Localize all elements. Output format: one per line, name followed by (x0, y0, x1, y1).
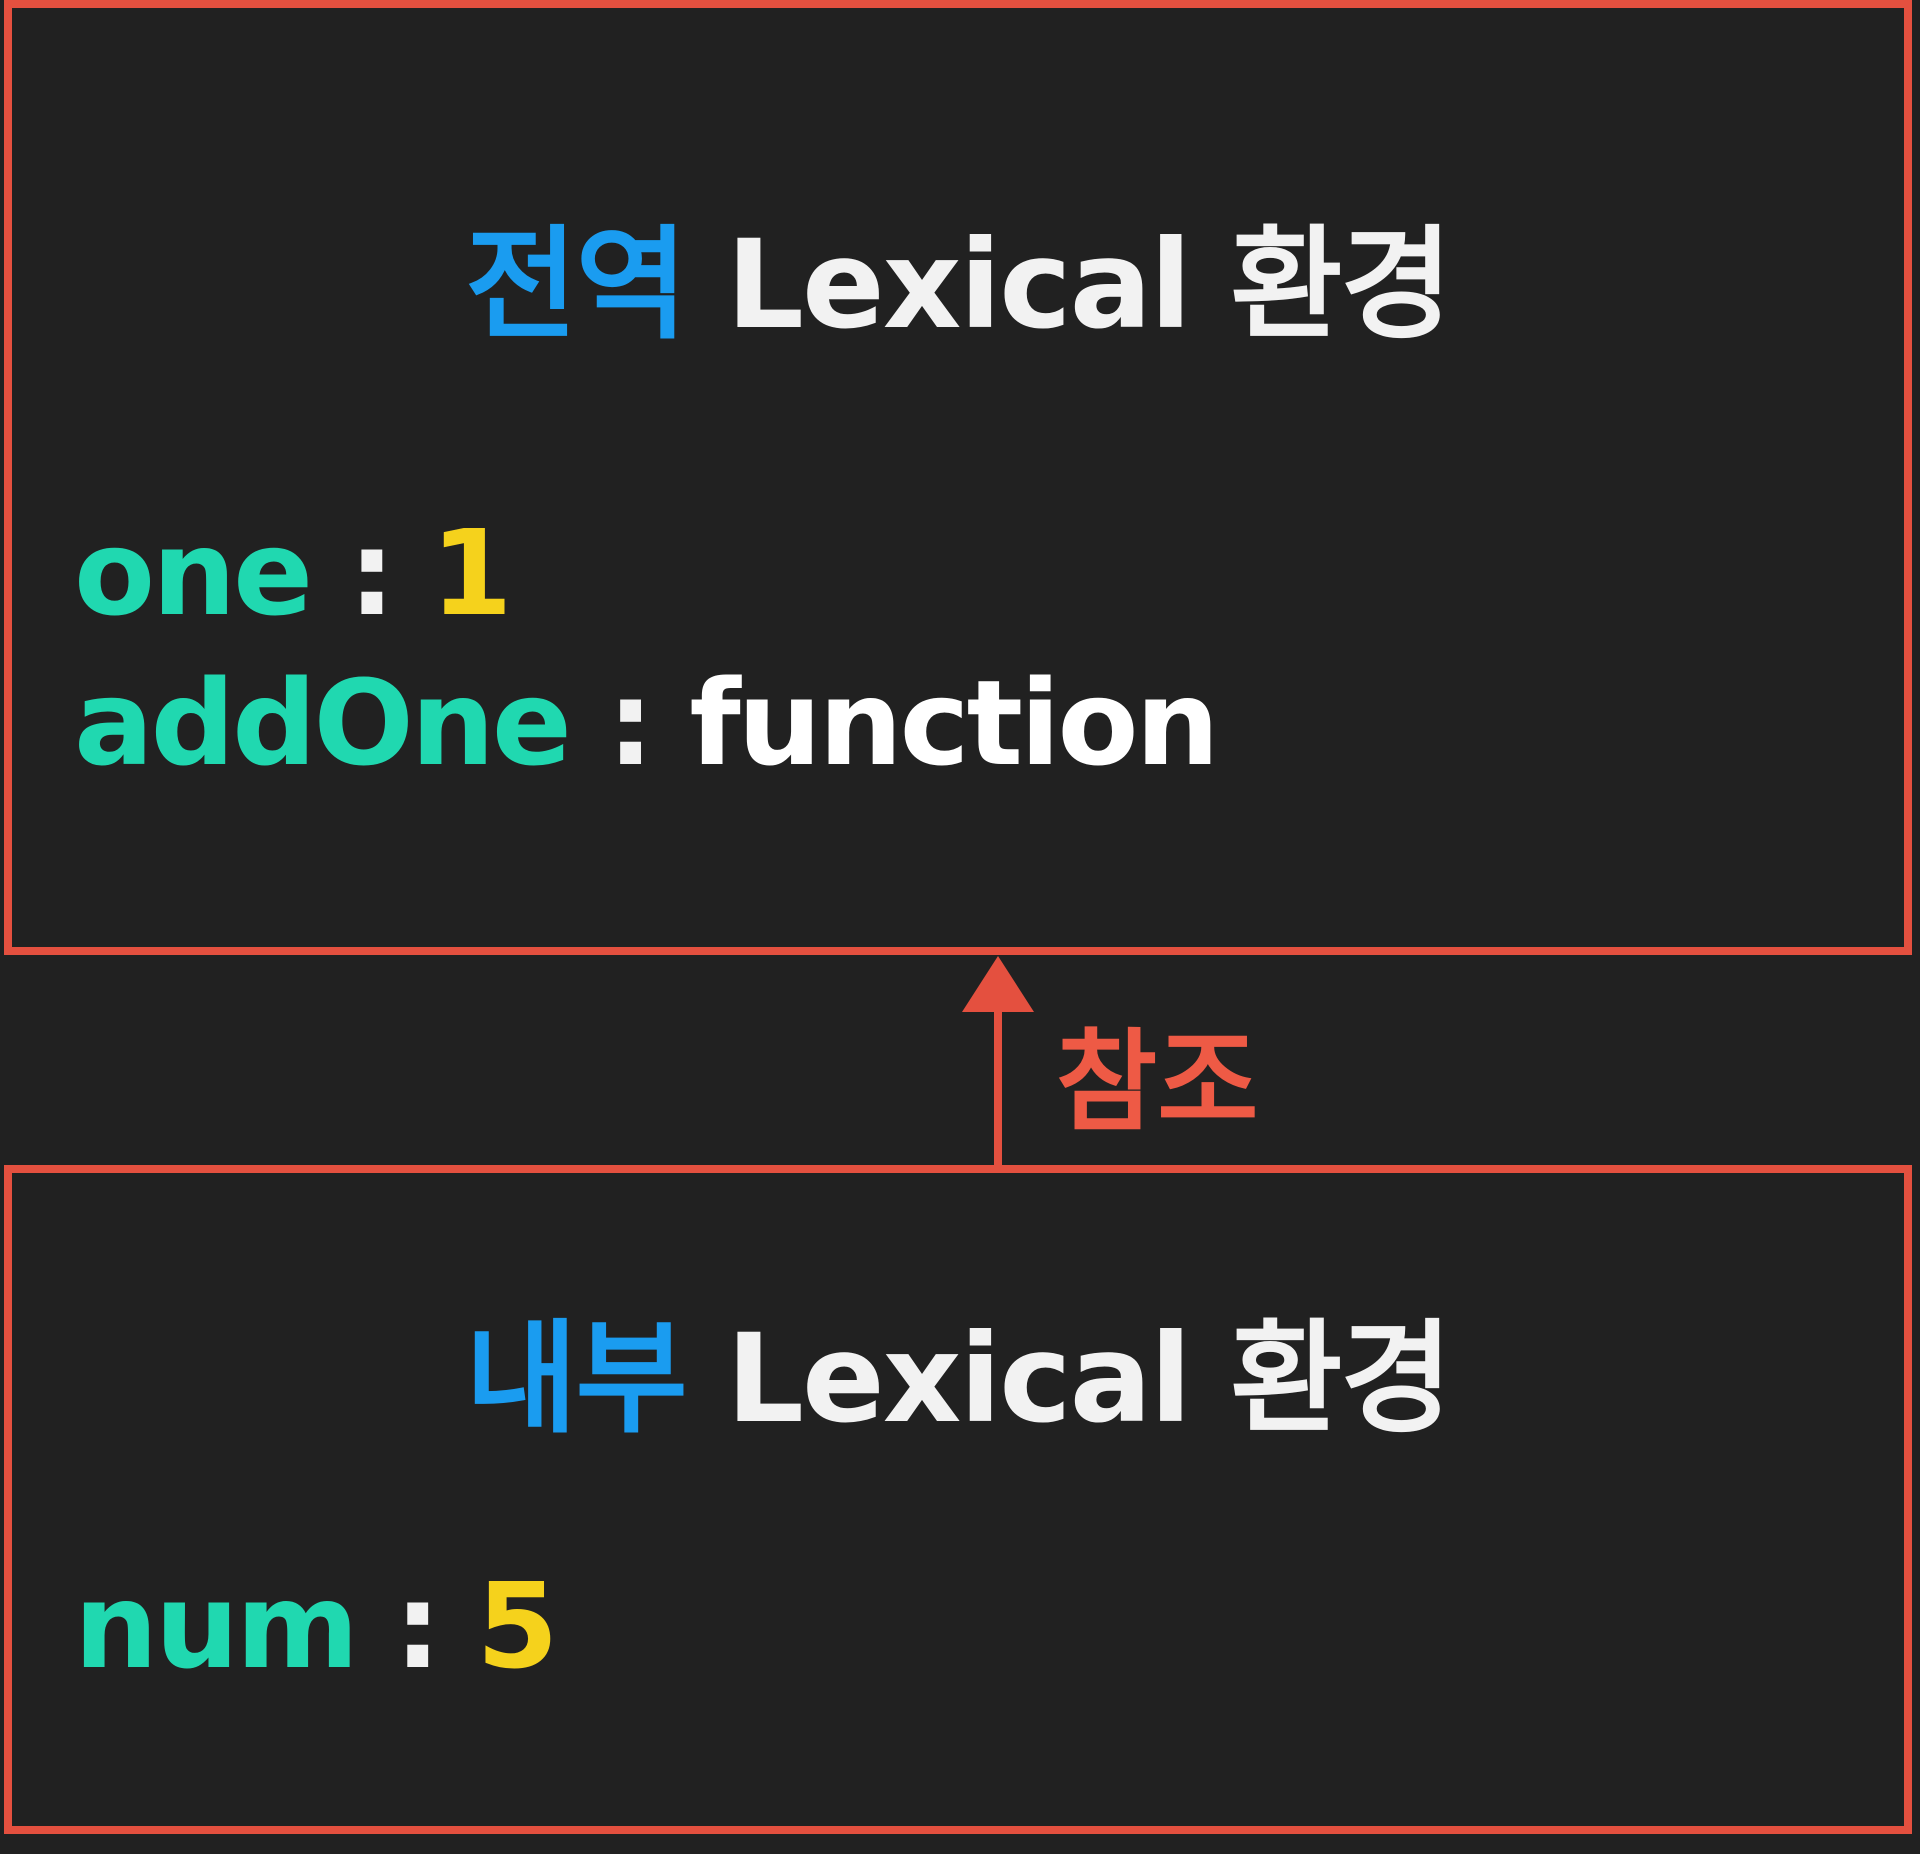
inner-env-title: 내부 Lexical 환경 (12, 1280, 1904, 1457)
global-env-title: 전역 Lexical 환경 (12, 186, 1904, 363)
reference-arrow-head (962, 956, 1034, 1012)
variable-name: num (74, 1557, 359, 1695)
inner-env-title-rest: Lexical 환경 (726, 1308, 1452, 1450)
inner-env-variable-list: num : 5 (74, 1551, 558, 1701)
variable-value: 5 (476, 1557, 558, 1695)
global-env-title-accent: 전역 (465, 214, 687, 356)
variable-row-addone: addOne : function (74, 648, 1220, 798)
variable-value: 1 (430, 504, 513, 642)
reference-label: 참조 (1056, 1018, 1259, 1146)
variable-name: addOne (74, 654, 572, 792)
variable-row-one: one : 1 (74, 498, 1217, 648)
inner-lexical-environment-box: 내부 Lexical 환경 num : 5 (4, 1165, 1912, 1834)
global-env-title-rest: Lexical 환경 (726, 214, 1452, 356)
inner-env-title-accent: 내부 (465, 1308, 687, 1450)
global-lexical-environment-box: 전역 Lexical 환경 one : 1 addOne : function (4, 0, 1912, 955)
variable-value: function (689, 654, 1219, 792)
variable-row-num: num : 5 (74, 1551, 558, 1701)
variable-name: one (74, 504, 313, 642)
global-env-variable-list: one : 1 addOne : function (74, 498, 1220, 798)
variable-separator: : (607, 654, 654, 792)
variable-separator: : (348, 504, 395, 642)
variable-separator: : (394, 1557, 441, 1695)
